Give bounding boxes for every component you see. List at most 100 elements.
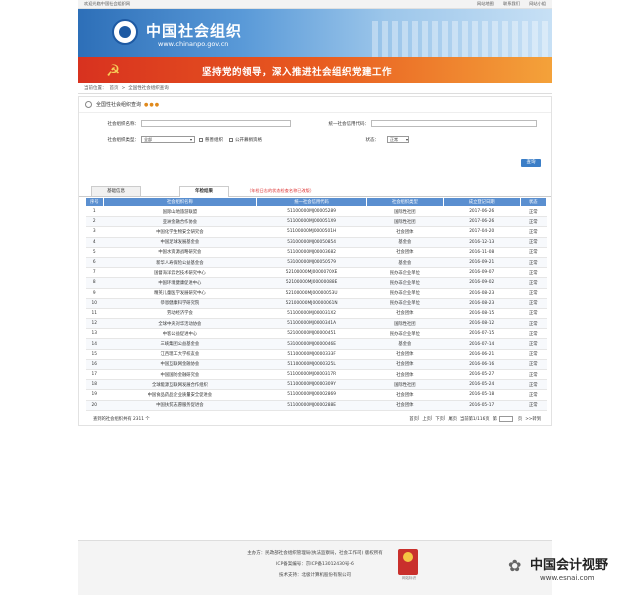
- table-row: 6 新华人寿保险公益基金会 53100000MJ00050579 基金会 2016-09…: [85, 257, 547, 269]
- cell-type: 民办非企业单位: [366, 298, 444, 309]
- cell-name[interactable]: 国督海洋云岩技术研究中心: [103, 267, 257, 279]
- cell-code: 51100000MJ00003682: [256, 247, 367, 258]
- cell-index: 2: [85, 216, 104, 228]
- tab-basic-info[interactable]: 基础信息: [91, 186, 141, 196]
- chevron-down-icon: ▾: [405, 137, 408, 142]
- tab-annual-inspection[interactable]: 年检结果: [179, 186, 229, 197]
- charity-checkbox[interactable]: 慈善组织: [199, 137, 223, 143]
- table-row: 16 中国互联网金融协会 51100000MJ0000325L 社会团体 2016-06…: [85, 359, 547, 371]
- top-link-contact[interactable]: 联系我们: [503, 1, 520, 6]
- pager-page-unit: 页: [517, 416, 523, 422]
- footer-sponsor: 主办方：民政部社会组织管理局(执法监察局，社会工作司) 版权所有: [247, 551, 383, 556]
- status-value: 正常: [390, 137, 398, 142]
- cell-date: 2016-08-12: [443, 318, 521, 330]
- cell-code: 52100000MJ00000053U: [256, 288, 367, 299]
- table-row: 20 中国扶贫志愿服务促进会 51100000MJ0000288E 社会团体 2016-…: [85, 400, 547, 411]
- breadcrumb-home[interactable]: 首页: [110, 86, 119, 91]
- cell-name[interactable]: 全球中央对华活动协会: [103, 318, 257, 330]
- pager-next[interactable]: 下页: [435, 416, 444, 422]
- cell-name[interactable]: 三峡集团公益基金会: [103, 338, 257, 350]
- cell-type: 民办非企业单位: [366, 328, 444, 340]
- pager-prev[interactable]: 上页: [422, 416, 431, 422]
- footer-support: 技术支持：北极计算机股份有限公司: [279, 573, 351, 578]
- cell-index: 3: [85, 226, 104, 238]
- pager-page-input[interactable]: [498, 415, 513, 422]
- cell-index: 8: [85, 277, 104, 289]
- col-header-status: 状态: [519, 197, 548, 207]
- pager-jump[interactable]: >>转到: [525, 416, 541, 422]
- cell-date: 2016-11-08: [443, 247, 521, 258]
- government-site-seal-icon[interactable]: [398, 549, 418, 575]
- breadcrumb-current: 全国性社会组织查询: [128, 86, 169, 91]
- cell-name[interactable]: 劳动经济学会: [103, 308, 257, 320]
- cell-date: 2016-05-18: [443, 389, 521, 401]
- top-link-group[interactable]: 网站小组: [529, 1, 546, 6]
- pager-first[interactable]: 首页: [409, 416, 418, 422]
- cell-status: 正常: [520, 237, 547, 248]
- cell-name[interactable]: 中国足球发展基金会: [103, 237, 257, 248]
- cell-code: 52100000MJ00000088E: [256, 277, 367, 289]
- cell-name[interactable]: 中国扶贫志愿服务促进会: [103, 400, 257, 411]
- cell-date: 2016-09-02: [443, 277, 521, 289]
- credit-code-label: 统一社会信用代码：: [328, 122, 370, 127]
- fundraising-checkbox[interactable]: 公开募捐资格: [229, 137, 262, 143]
- cell-name[interactable]: 中国水资源战略研究会: [103, 247, 257, 258]
- footer-icp[interactable]: ICP备案编号：京ICP备13012430号-6: [78, 561, 552, 567]
- cell-name[interactable]: 精英儿童医学发展研究中心: [103, 288, 257, 299]
- status-label: 状态：: [365, 138, 380, 143]
- table-row: 12 全球中央对华活动协会 51100000MJ0000341A 国际性社团 2016-…: [85, 318, 547, 330]
- cell-status: 正常: [520, 379, 547, 391]
- cell-code: 51100000MJ0000309Y: [256, 379, 367, 391]
- slogan-text: 坚持党的领导，深入推进社会组织党建工作: [202, 67, 393, 78]
- cell-type: 社会团体: [366, 247, 444, 258]
- cell-name[interactable]: 江西理工大学校友会: [103, 349, 257, 360]
- cell-code: 51100000MJ0000333F: [256, 349, 367, 360]
- top-bar: 欢迎光临中国社会组织网 网站地图 联系我们 网站小组: [78, 0, 552, 9]
- cell-name[interactable]: 中国化学生物安全研究会: [103, 226, 257, 238]
- table-row: 17 中国国防金融研究会 51100000MJ0000317R 社会团体 2016-05…: [85, 369, 547, 381]
- cell-name[interactable]: 亚洲金融合作协会: [103, 216, 257, 228]
- query-form: 社会组织名称： 统一社会信用代码： 社会组织类型： 全部 ▾ 慈善组织 公开募捐…: [79, 113, 551, 157]
- cell-name[interactable]: 新华人寿保险公益基金会: [103, 257, 257, 269]
- cell-index: 15: [85, 349, 104, 360]
- search-circle-icon: [85, 101, 92, 108]
- cell-name[interactable]: 中国环境健康促进中心: [103, 277, 257, 289]
- org-name-input[interactable]: [141, 120, 291, 127]
- watermark-title: 中国会计视野: [530, 558, 609, 573]
- cell-name[interactable]: 中国国防金融研究会: [103, 369, 257, 381]
- cell-name[interactable]: 全球能源互联网发展合作组织: [103, 379, 257, 391]
- cell-code: 52100000MJ0000070XE: [256, 267, 367, 279]
- party-emblem-icon: ☭: [106, 61, 121, 80]
- cell-date: 2017-06-26: [443, 206, 521, 218]
- cell-name[interactable]: 中客公益促进中心: [103, 328, 257, 340]
- cell-type: 国际性社团: [366, 318, 444, 330]
- pager-goto-label: 第: [492, 416, 497, 422]
- cell-index: 11: [85, 308, 104, 320]
- status-select[interactable]: 正常 ▾: [387, 136, 409, 143]
- seal-label: 网站标识: [402, 576, 416, 580]
- cell-status: 正常: [520, 318, 547, 330]
- org-type-select[interactable]: 全部 ▾: [141, 136, 195, 143]
- top-link-sitemap[interactable]: 网站地图: [477, 1, 494, 6]
- cell-status: 正常: [520, 257, 547, 269]
- cell-name[interactable]: 国际山地旅游联盟: [103, 206, 257, 218]
- cell-date: 2016-08-23: [443, 298, 521, 309]
- cell-status: 正常: [520, 277, 547, 289]
- cell-index: 19: [85, 389, 104, 401]
- cell-type: 国际性社团: [366, 206, 444, 218]
- cell-index: 14: [85, 338, 104, 350]
- pager-last[interactable]: 尾页: [448, 416, 457, 422]
- table-row: 4 中国足球发展基金会 53100000MJ00050854 基金会 2016-12-1…: [85, 237, 547, 248]
- table-row: 5 中国水资源战略研究会 51100000MJ00003682 社会团体 2016-11…: [85, 247, 547, 258]
- cell-index: 17: [85, 369, 104, 381]
- table-row: 14 三峡集团公益基金会 53100000MJ0000046E 基金会 2016-07-…: [85, 338, 547, 350]
- cell-code: 52100000MJ00000451: [256, 328, 367, 340]
- cell-name[interactable]: 中国互联网金融协会: [103, 359, 257, 371]
- credit-code-input[interactable]: [371, 120, 537, 127]
- cell-name[interactable]: 恭恩健康科学研究院: [103, 298, 257, 309]
- welcome-text: 欢迎光临中国社会组织网: [84, 1, 131, 6]
- query-button[interactable]: 查询: [521, 159, 541, 167]
- cell-name[interactable]: 中国食品药品企业质量安全促进会: [103, 389, 257, 401]
- site-logo-icon[interactable]: [112, 19, 138, 45]
- table-row: 15 江西理工大学校友会 51100000MJ0000333F 社会团体 2016-06…: [85, 349, 547, 360]
